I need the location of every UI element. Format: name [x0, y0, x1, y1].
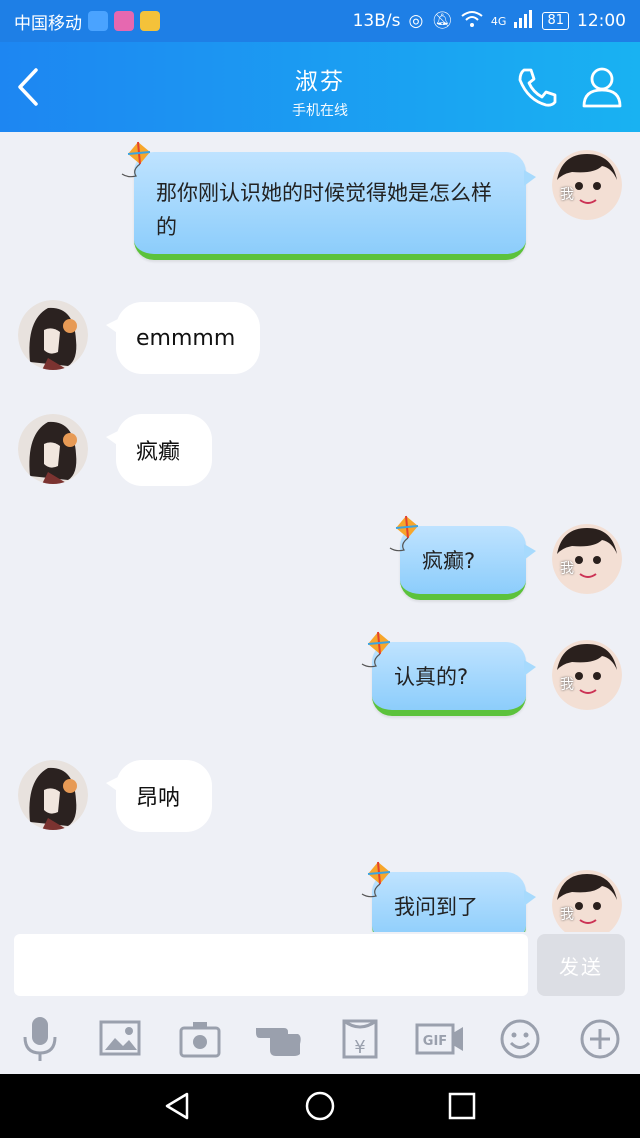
circle-home-icon [305, 1091, 335, 1121]
wifi-icon [461, 10, 483, 33]
red-packet-icon: ¥ [342, 1019, 378, 1059]
contact-avatar[interactable] [18, 760, 88, 830]
nav-back-button[interactable] [154, 1084, 202, 1128]
nav-home-button[interactable] [296, 1084, 344, 1128]
triangle-back-icon [165, 1092, 189, 1120]
signal-icon [514, 9, 534, 33]
hand-icon [256, 1028, 301, 1056]
message-text: 昂呐 [136, 786, 181, 811]
message-text: 我问到了 [394, 895, 478, 919]
message-bubble-outgoing[interactable]: 我问到了 [372, 872, 536, 932]
clock: 12:00 [577, 11, 626, 31]
baidu-icon [88, 11, 108, 31]
network-type: 4G [490, 14, 507, 28]
back-button[interactable] [10, 64, 50, 110]
avatar-label: 我 [560, 907, 574, 923]
square-recents-icon [448, 1092, 476, 1120]
kite-icon [121, 141, 151, 178]
message-text: emmmm [136, 325, 236, 351]
camera-button[interactable] [174, 1014, 226, 1064]
avatar-label: 我 [560, 561, 574, 577]
message-text: 疯癫 [136, 440, 181, 465]
nav-recents-button[interactable] [438, 1084, 486, 1128]
message-input[interactable] [14, 934, 528, 996]
message-bubble-incoming[interactable]: 疯癫 [106, 414, 212, 486]
app-icon [114, 11, 134, 31]
my-avatar[interactable]: 我 [552, 870, 622, 932]
voice-button[interactable] [14, 1014, 66, 1064]
message-list[interactable]: 那你刚认识她的时候觉得她是怎么样的 我 emmmm 疯癫 疯癫? 我 认真的? … [0, 132, 640, 932]
red-packet-symbol: ¥ [354, 1037, 365, 1058]
kite-icon [361, 631, 391, 668]
phone-icon [518, 68, 557, 107]
more-button[interactable] [574, 1014, 626, 1064]
contact-avatar[interactable] [18, 300, 88, 370]
microphone-icon [23, 1017, 57, 1061]
plus-icon [580, 1019, 620, 1059]
poke-button[interactable] [254, 1014, 306, 1064]
network-speed: 13B/s [352, 11, 401, 31]
chat-header: 淑芬 手机在线 [0, 42, 640, 132]
image-icon [99, 1020, 141, 1056]
chevron-left-icon [18, 68, 38, 106]
my-avatar[interactable]: 我 [552, 150, 622, 220]
message-bubble-incoming[interactable]: 昂呐 [106, 760, 212, 832]
carrier-label: 中国移动 [14, 13, 82, 34]
avatar-label: 我 [560, 677, 574, 693]
mute-icon: 🔕︎ [431, 11, 453, 31]
gif-icon: GIF [415, 1023, 463, 1055]
contact-name: 淑芬 [295, 69, 345, 95]
message-bubble-incoming[interactable]: emmmm [106, 302, 260, 374]
person-icon [582, 67, 622, 108]
composer: 发送 ¥ GIF [0, 932, 640, 1074]
image-button[interactable] [94, 1014, 146, 1064]
call-button[interactable] [512, 64, 562, 110]
gif-label: GIF [423, 1034, 447, 1049]
my-avatar[interactable]: 我 [552, 524, 622, 594]
kite-icon [361, 861, 391, 898]
message-text: 那你刚认识她的时候觉得她是怎么样的 [156, 181, 492, 239]
system-nav-bar [0, 1074, 640, 1138]
message-bubble-outgoing[interactable]: 那你刚认识她的时候觉得她是怎么样的 [134, 152, 536, 260]
send-button[interactable]: 发送 [537, 934, 625, 996]
battery-icon: 81 [542, 12, 569, 30]
online-status: 手机在线 [292, 103, 348, 119]
status-bar: 中国移动 13B/s ◎ 🔕︎ 4G 81 12:00 [0, 0, 640, 42]
camera-icon [179, 1022, 221, 1058]
message-text: 疯癫? [422, 549, 476, 573]
my-avatar[interactable]: 我 [552, 640, 622, 710]
message-text: 认真的? [394, 665, 469, 689]
red-packet-button[interactable]: ¥ [334, 1014, 386, 1064]
message-bubble-outgoing[interactable]: 认真的? [372, 642, 536, 716]
weibo-icon [140, 11, 160, 31]
nfc-icon: ◎ [408, 11, 424, 31]
emoji-button[interactable] [494, 1014, 546, 1064]
contact-avatar[interactable] [18, 414, 88, 484]
gif-button[interactable]: GIF [414, 1014, 466, 1064]
profile-button[interactable] [578, 64, 626, 110]
smiley-icon [500, 1019, 540, 1059]
avatar-label: 我 [560, 187, 574, 203]
kite-icon [389, 515, 419, 552]
composer-toolbar: ¥ GIF [0, 1014, 640, 1064]
